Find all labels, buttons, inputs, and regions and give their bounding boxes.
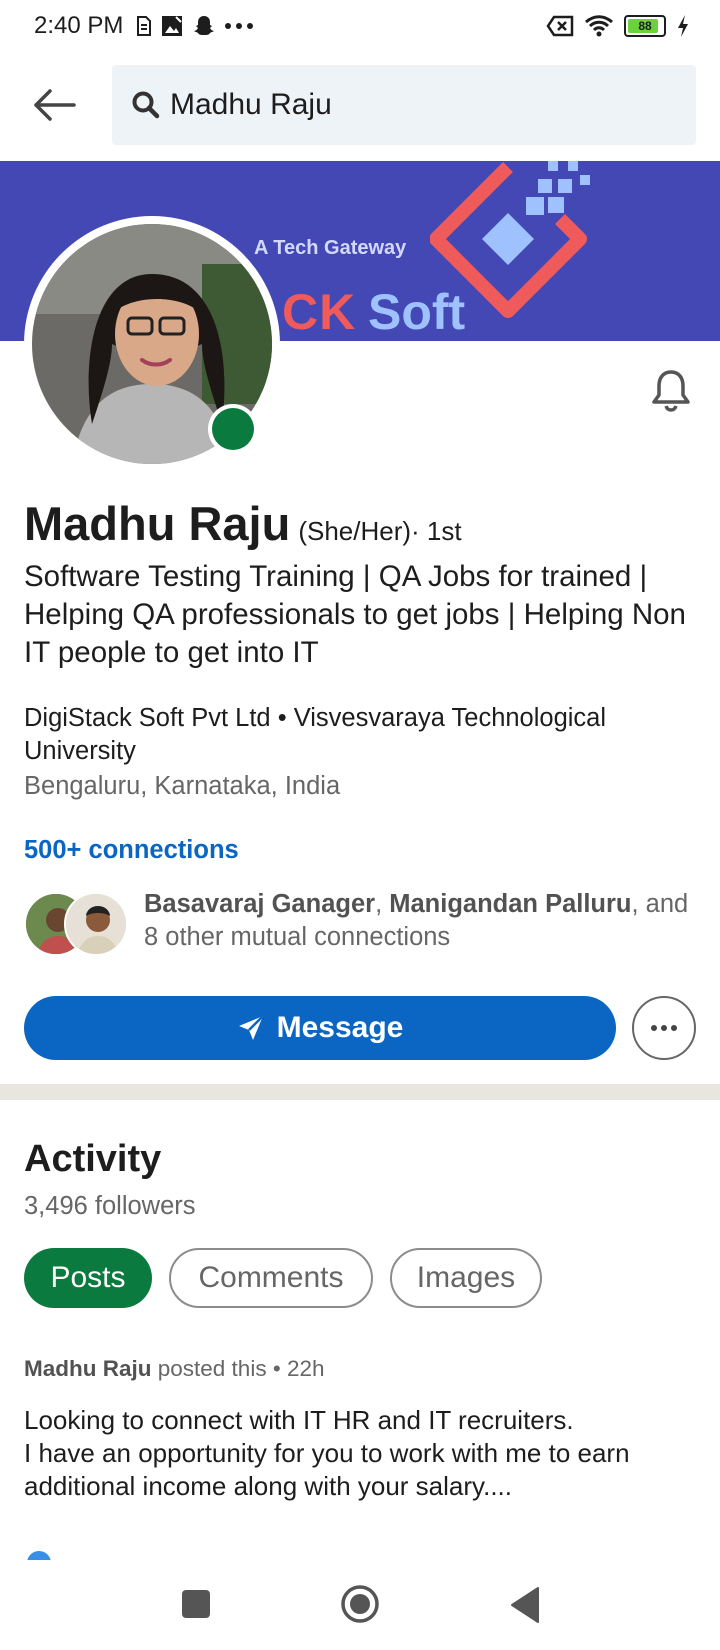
- bell-icon[interactable]: [648, 366, 694, 412]
- online-status-indicator: [208, 404, 258, 454]
- post-text[interactable]: Looking to connect with IT HR and IT rec…: [24, 1404, 704, 1503]
- activity-title: Activity: [24, 1138, 162, 1180]
- section-divider: [0, 1084, 720, 1100]
- more-dots-icon: [225, 23, 253, 29]
- battery-icon: 88: [624, 15, 666, 37]
- banner-brand-part1: CK: [282, 284, 357, 340]
- banner-logo-icon: [430, 161, 590, 318]
- search-query: Madhu Raju: [170, 88, 332, 121]
- name-row: Madhu Raju (She/Her) · 1st: [24, 496, 462, 551]
- banner-tagline: A Tech Gateway: [254, 237, 407, 259]
- profile-name: Madhu Raju: [24, 497, 291, 550]
- status-time: 2:40 PM: [34, 12, 124, 39]
- snapchat-icon: [194, 16, 214, 35]
- tab-images[interactable]: Images: [390, 1248, 542, 1308]
- mutual-connections-avatars[interactable]: [24, 892, 130, 956]
- nav-back-button[interactable]: [508, 1586, 542, 1624]
- back-arrow-icon: [34, 89, 76, 121]
- sim-icon: [137, 16, 151, 36]
- more-dots-icon: [651, 1025, 677, 1031]
- mutual-connections-text[interactable]: Basavaraj Ganager, Manigandan Palluru, a…: [144, 888, 704, 954]
- search-input[interactable]: Madhu Raju: [112, 65, 696, 145]
- post-text-line-1: Looking to connect with IT HR and IT rec…: [24, 1405, 574, 1435]
- battery-percent: 88: [638, 19, 652, 33]
- followers-count: 3,496 followers: [24, 1192, 196, 1220]
- mutual-name-1: Basavaraj Ganager: [144, 890, 376, 918]
- mutual-separator: ,: [375, 890, 390, 918]
- back-button[interactable]: [28, 80, 80, 130]
- status-right-icons: 88: [546, 14, 690, 38]
- online-dot: [212, 408, 254, 450]
- profile-company-education: DigiStack Soft Pvt Ltd • Visvesvaraya Te…: [24, 704, 607, 765]
- connections-link[interactable]: 500+ connections: [24, 836, 239, 865]
- mutual-avatar-2: [64, 892, 128, 956]
- no-sim-icon: [546, 15, 574, 37]
- status-left-icons: [134, 14, 254, 38]
- home-button[interactable]: [340, 1584, 380, 1624]
- post-author[interactable]: Madhu Raju: [24, 1356, 152, 1381]
- send-icon: [238, 1015, 264, 1040]
- connection-degree: · 1st: [411, 516, 462, 546]
- post-text-line-2: I have an opportunity for you to work wi…: [24, 1438, 630, 1501]
- gallery-icon: [162, 16, 182, 36]
- post-meta: Madhu Raju posted this • 22h: [24, 1356, 325, 1382]
- partial-reaction-icon: [26, 1550, 52, 1560]
- pronouns: (She/Her): [298, 516, 412, 546]
- wifi-icon: [585, 15, 613, 37]
- tab-posts[interactable]: Posts: [24, 1248, 152, 1308]
- recent-apps-button[interactable]: [182, 1590, 210, 1618]
- post-time: posted this • 22h: [151, 1356, 325, 1381]
- search-icon: [132, 91, 160, 119]
- tab-comments[interactable]: Comments: [169, 1248, 373, 1308]
- charging-icon: [678, 15, 688, 37]
- more-options-button[interactable]: [632, 996, 696, 1060]
- status-bar: 2:40 PM 88: [0, 0, 720, 56]
- mutual-name-2: Manigandan Palluru: [389, 890, 632, 918]
- profile-location: Bengaluru, Karnataka, India: [24, 772, 341, 800]
- profile-headline: Software Testing Training | QA Jobs for …: [24, 560, 686, 669]
- message-button[interactable]: Message: [24, 996, 616, 1060]
- message-button-label: Message: [276, 1011, 404, 1044]
